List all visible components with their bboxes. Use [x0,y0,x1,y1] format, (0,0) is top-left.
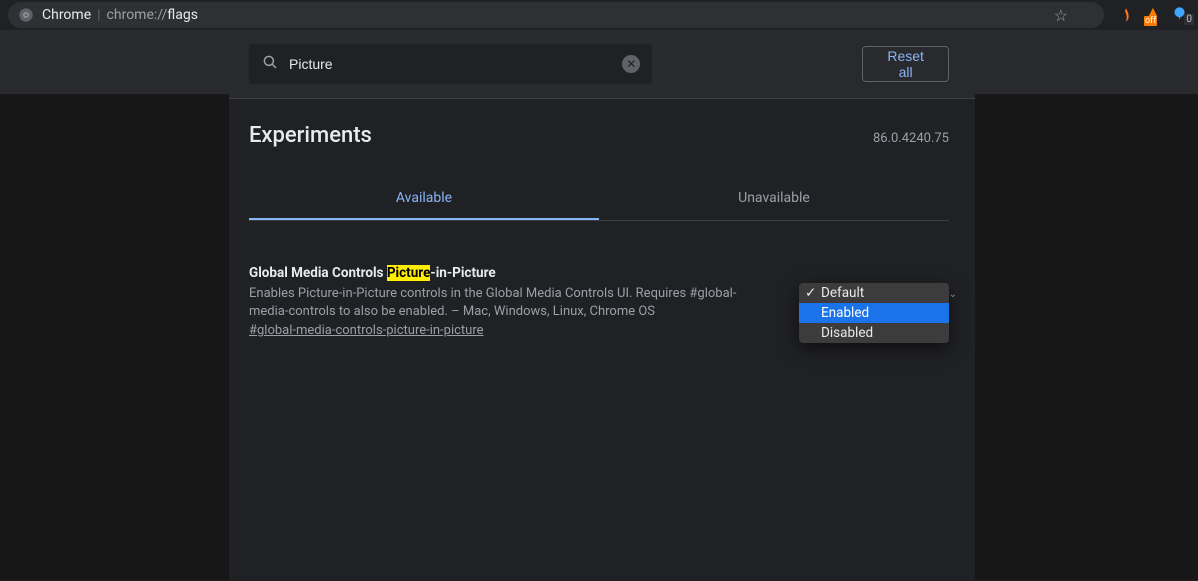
extensions-area: ▲ off 0 [1118,6,1190,24]
chevron-down-icon: ⌄ [949,289,957,300]
left-void [0,94,229,580]
browser-address-bar: Chrome | chrome://flags ☆ ▲ off 0 [0,0,1198,30]
flag-title-prefix: Global Media Controls [249,265,387,281]
page-title: Experiments [249,123,372,148]
header-band: ✕ Reset all [0,30,1198,99]
search-icon [261,53,279,76]
content-wrap: Experiments 86.0.4240.75 Available Unava… [229,99,969,581]
clear-search-icon[interactable]: ✕ [622,55,640,73]
flag-title-highlight: Picture [387,265,431,281]
address-url-path: flags [167,7,198,23]
address-browser-label: Chrome [42,7,91,23]
reset-all-button[interactable]: Reset all [862,46,949,82]
extension-msg-badge: 0 [1184,14,1194,25]
flag-item: Global Media Controls Picture-in-Picture… [249,265,949,338]
extension-flame-icon[interactable] [1118,7,1134,23]
chrome-icon [18,7,34,23]
address-sep: | [97,7,100,23]
extension-off-icon[interactable]: ▲ off [1144,6,1162,24]
flag-hash-link[interactable]: #global-media-controls-picture-in-pictur… [249,323,484,338]
search-input[interactable] [289,56,622,72]
address-pill[interactable]: Chrome | chrome://flags ☆ [8,2,1104,28]
right-void [975,94,1198,580]
dropdown-option-default[interactable]: Default [799,283,949,303]
dropdown-option-disabled[interactable]: Disabled [799,323,949,343]
tab-available[interactable]: Available [249,178,599,220]
flag-dropdown-open: Default Enabled Disabled [799,283,949,343]
extension-message-icon[interactable]: 0 [1172,6,1190,24]
address-url-scheme: chrome:// [107,7,168,23]
flag-select[interactable]: ⌄ Default Enabled Disabled [789,283,949,338]
version-label: 86.0.4240.75 [873,131,949,146]
flag-title-suffix: -in-Picture [430,265,495,281]
search-box[interactable]: ✕ [249,44,652,84]
tabs: Available Unavailable [249,178,949,221]
bookmark-star-icon[interactable]: ☆ [1054,6,1068,25]
dropdown-option-enabled[interactable]: Enabled [799,303,949,323]
extension-off-badge: off [1144,16,1157,26]
flag-title: Global Media Controls Picture-in-Picture [249,265,769,281]
tab-unavailable[interactable]: Unavailable [599,178,949,220]
flag-description: Enables Picture-in-Picture controls in t… [249,285,769,321]
